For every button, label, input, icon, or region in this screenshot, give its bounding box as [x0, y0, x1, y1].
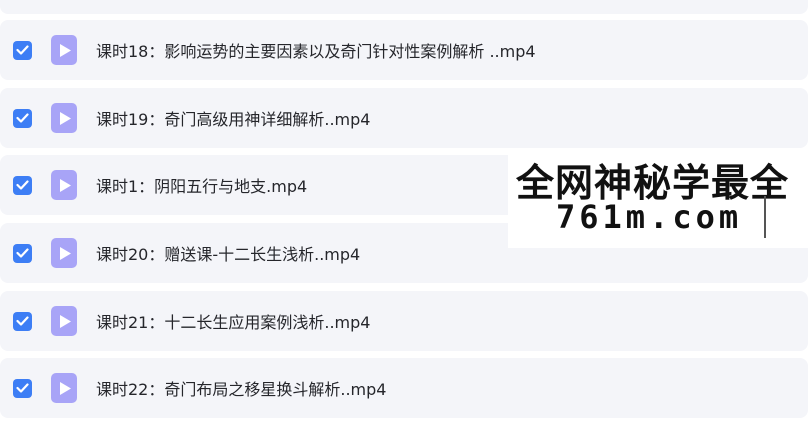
watermark-url: 761m.com — [556, 198, 743, 236]
checkmark-icon — [16, 383, 29, 393]
video-file-icon — [51, 35, 77, 65]
row-checkbox[interactable] — [13, 378, 32, 398]
video-file-icon — [51, 238, 77, 268]
video-file-icon — [51, 373, 77, 403]
file-row[interactable]: 课时22：奇门布局之移星换斗解析..mp4 — [0, 358, 808, 418]
checkmark-icon — [16, 248, 29, 258]
file-row[interactable]: 课时18：影响运势的主要因素以及奇门针对性案例解析 ..mp4 — [0, 20, 808, 80]
text-cursor — [764, 196, 766, 238]
file-name[interactable]: 课时18：影响运势的主要因素以及奇门针对性案例解析 ..mp4 — [96, 38, 536, 62]
file-name[interactable]: 课时20：赠送课-十二长生浅析..mp4 — [96, 241, 360, 265]
row-checkbox[interactable] — [13, 311, 32, 331]
video-file-icon — [51, 103, 77, 133]
row-checkbox[interactable] — [13, 175, 32, 195]
file-name[interactable]: 课时19：奇门高级用神详细解析..mp4 — [96, 106, 370, 130]
watermark: 全网神秘学最全 761m.com — [508, 148, 808, 248]
row-checkbox[interactable] — [13, 40, 32, 60]
file-row[interactable]: 课时19：奇门高级用神详细解析..mp4 — [0, 88, 808, 148]
row-checkbox[interactable] — [13, 243, 32, 263]
checkmark-icon — [16, 45, 29, 55]
row-checkbox[interactable] — [13, 108, 32, 128]
checkmark-icon — [16, 316, 29, 326]
file-name[interactable]: 课时21：十二长生应用案例浅析..mp4 — [96, 309, 370, 333]
file-row[interactable]: 课时21：十二长生应用案例浅析..mp4 — [0, 291, 808, 351]
file-row[interactable] — [0, 0, 808, 14]
file-name[interactable]: 课时1：阴阳五行与地支.mp4 — [96, 173, 307, 197]
video-file-icon — [51, 170, 77, 200]
checkmark-icon — [16, 113, 29, 123]
checkmark-icon — [16, 180, 29, 190]
file-list: 课时18：影响运势的主要因素以及奇门针对性案例解析 ..mp4 课时19：奇门高… — [0, 0, 808, 426]
file-name[interactable]: 课时22：奇门布局之移星换斗解析..mp4 — [96, 376, 386, 400]
video-file-icon — [51, 306, 77, 336]
